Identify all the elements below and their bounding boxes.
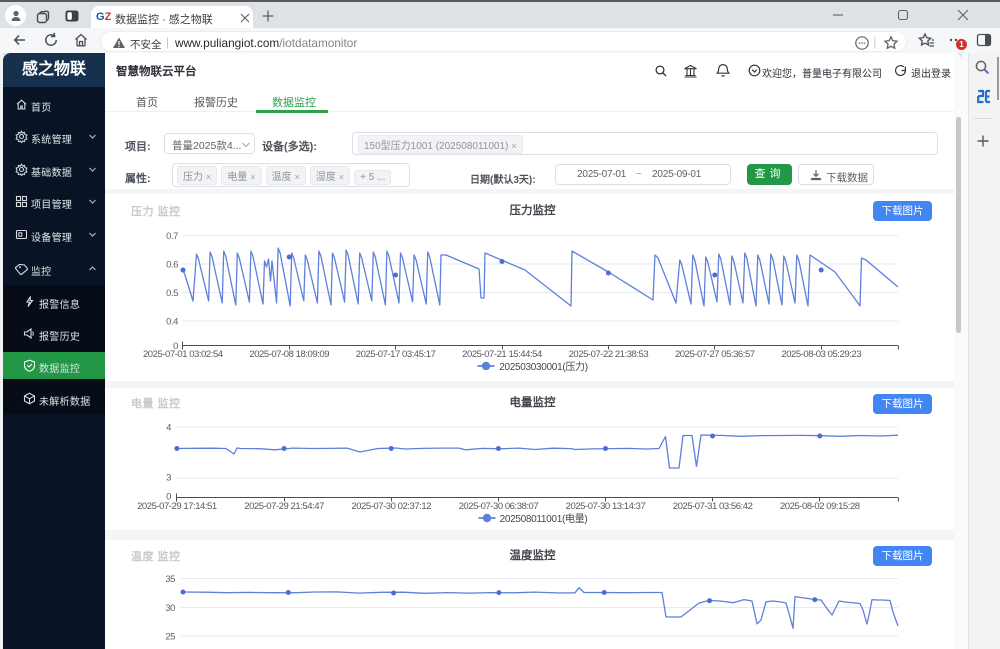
svg-text:0.4: 0.4 <box>166 317 178 328</box>
svg-text:0.7: 0.7 <box>166 231 178 242</box>
svg-text:30: 30 <box>165 603 175 614</box>
svg-text:3: 3 <box>166 473 171 484</box>
svg-text:0.6: 0.6 <box>166 260 178 271</box>
svg-text:35: 35 <box>165 574 175 585</box>
svg-text:4: 4 <box>166 423 171 434</box>
svg-text:25: 25 <box>165 632 175 643</box>
svg-text:0.5: 0.5 <box>166 288 178 299</box>
